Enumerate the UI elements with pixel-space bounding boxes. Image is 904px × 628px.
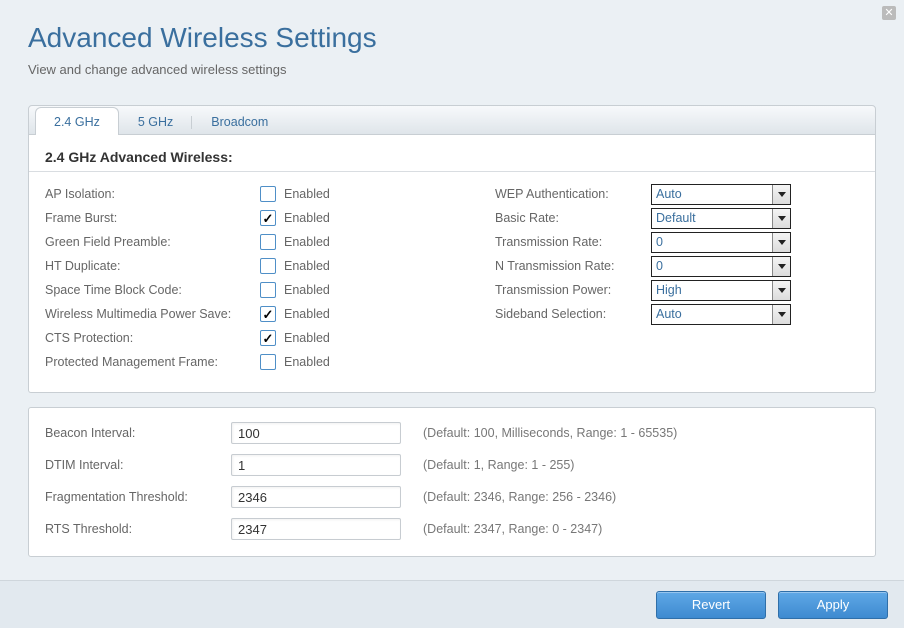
select-value: Auto xyxy=(656,187,682,201)
setting-label: Space Time Block Code: xyxy=(45,283,260,297)
enabled-label: Enabled xyxy=(284,187,330,201)
numeric-label: Beacon Interval: xyxy=(45,426,231,440)
setting-select[interactable]: Auto xyxy=(651,304,791,325)
enabled-label: Enabled xyxy=(284,211,330,225)
numeric-row: DTIM Interval: (Default: 1, Range: 1 - 25… xyxy=(45,454,859,476)
numeric-label: DTIM Interval: xyxy=(45,458,231,472)
setting-label: WEP Authentication: xyxy=(495,187,651,201)
setting-select[interactable]: 0 xyxy=(651,232,791,253)
setting-row: Green Field Preamble: Enabled xyxy=(45,230,495,254)
chevron-down-icon xyxy=(772,281,790,300)
setting-label: AP Isolation: xyxy=(45,187,260,201)
numeric-hint: (Default: 100, Milliseconds, Range: 1 - … xyxy=(423,426,677,440)
chevron-down-icon xyxy=(772,257,790,276)
setting-label: Sideband Selection: xyxy=(495,307,651,321)
setting-label: Basic Rate: xyxy=(495,211,651,225)
apply-button[interactable]: Apply xyxy=(778,591,888,619)
select-value: 0 xyxy=(656,235,663,249)
enabled-checkbox[interactable] xyxy=(260,186,276,202)
enabled-checkbox[interactable] xyxy=(260,354,276,370)
enabled-label: Enabled xyxy=(284,283,330,297)
footer: Revert Apply xyxy=(0,580,904,628)
setting-row: Protected Management Frame: Enabled xyxy=(45,350,495,374)
enabled-checkbox[interactable] xyxy=(260,330,276,346)
setting-row: Space Time Block Code: Enabled xyxy=(45,278,495,302)
tab-24ghz[interactable]: 2.4 GHz xyxy=(35,107,119,135)
setting-label: HT Duplicate: xyxy=(45,259,260,273)
numeric-input[interactable] xyxy=(231,454,401,476)
numeric-label: RTS Threshold: xyxy=(45,522,231,536)
setting-label: Transmission Rate: xyxy=(495,235,651,249)
checkbox-panel: 2.4 GHz Advanced Wireless: AP Isolation:… xyxy=(28,135,876,393)
setting-row: Sideband Selection: Auto xyxy=(495,302,859,326)
revert-button[interactable]: Revert xyxy=(656,591,766,619)
numeric-panel: Beacon Interval: (Default: 100, Milliseco… xyxy=(28,407,876,557)
enabled-label: Enabled xyxy=(284,307,330,321)
numeric-input[interactable] xyxy=(231,486,401,508)
numeric-hint: (Default: 1, Range: 1 - 255) xyxy=(423,458,574,472)
page-title: Advanced Wireless Settings xyxy=(28,22,876,54)
left-column: AP Isolation:EnabledFrame Burst:EnabledG… xyxy=(45,182,495,374)
page-body: Advanced Wireless Settings View and chan… xyxy=(0,0,904,557)
setting-label: Transmission Power: xyxy=(495,283,651,297)
setting-select[interactable]: High xyxy=(651,280,791,301)
setting-row: Transmission Power: High xyxy=(495,278,859,302)
setting-label: Protected Management Frame: xyxy=(45,355,260,369)
setting-label: Green Field Preamble: xyxy=(45,235,260,249)
setting-row: CTS Protection: Enabled xyxy=(45,326,495,350)
close-icon[interactable]: ✕ xyxy=(882,6,896,20)
enabled-checkbox[interactable] xyxy=(260,210,276,226)
numeric-label: Fragmentation Threshold: xyxy=(45,490,231,504)
setting-row: WEP Authentication: Auto xyxy=(495,182,859,206)
tab-broadcom[interactable]: Broadcom xyxy=(192,107,287,135)
chevron-down-icon xyxy=(772,233,790,252)
setting-row: Transmission Rate: 0 xyxy=(495,230,859,254)
setting-row: Wireless Multimedia Power Save: Enabled xyxy=(45,302,495,326)
setting-label: Frame Burst: xyxy=(45,211,260,225)
setting-row: HT Duplicate: Enabled xyxy=(45,254,495,278)
right-column: WEP Authentication: Auto Basic Rate: Defaul… xyxy=(495,182,859,374)
setting-select[interactable]: Default xyxy=(651,208,791,229)
enabled-label: Enabled xyxy=(284,235,330,249)
select-value: Auto xyxy=(656,307,682,321)
setting-label: CTS Protection: xyxy=(45,331,260,345)
enabled-checkbox[interactable] xyxy=(260,258,276,274)
setting-row: AP Isolation: Enabled xyxy=(45,182,495,206)
select-value: High xyxy=(656,283,682,297)
enabled-label: Enabled xyxy=(284,331,330,345)
setting-select[interactable]: 0 xyxy=(651,256,791,277)
numeric-hint: (Default: 2347, Range: 0 - 2347) xyxy=(423,522,602,536)
enabled-checkbox[interactable] xyxy=(260,282,276,298)
numeric-input[interactable] xyxy=(231,422,401,444)
setting-select[interactable]: Auto xyxy=(651,184,791,205)
numeric-row: Beacon Interval: (Default: 100, Milliseco… xyxy=(45,422,859,444)
setting-label: Wireless Multimedia Power Save: xyxy=(45,307,260,321)
page-subtitle: View and change advanced wireless settin… xyxy=(28,62,876,77)
select-value: 0 xyxy=(656,259,663,273)
enabled-label: Enabled xyxy=(284,355,330,369)
numeric-hint: (Default: 2346, Range: 256 - 2346) xyxy=(423,490,616,504)
chevron-down-icon xyxy=(772,185,790,204)
tab-5ghz[interactable]: 5 GHz xyxy=(119,107,192,135)
tab-bar: 2.4 GHz 5 GHz Broadcom xyxy=(28,105,876,135)
numeric-row: RTS Threshold: (Default: 2347, Range: 0 -… xyxy=(45,518,859,540)
chevron-down-icon xyxy=(772,305,790,324)
enabled-checkbox[interactable] xyxy=(260,306,276,322)
setting-row: N Transmission Rate: 0 xyxy=(495,254,859,278)
setting-row: Frame Burst: Enabled xyxy=(45,206,495,230)
numeric-row: Fragmentation Threshold: (Default: 2346, … xyxy=(45,486,859,508)
setting-label: N Transmission Rate: xyxy=(495,259,651,273)
enabled-checkbox[interactable] xyxy=(260,234,276,250)
enabled-label: Enabled xyxy=(284,259,330,273)
setting-row: Basic Rate: Default xyxy=(495,206,859,230)
section-title: 2.4 GHz Advanced Wireless: xyxy=(29,145,875,172)
select-value: Default xyxy=(656,211,696,225)
numeric-input[interactable] xyxy=(231,518,401,540)
chevron-down-icon xyxy=(772,209,790,228)
